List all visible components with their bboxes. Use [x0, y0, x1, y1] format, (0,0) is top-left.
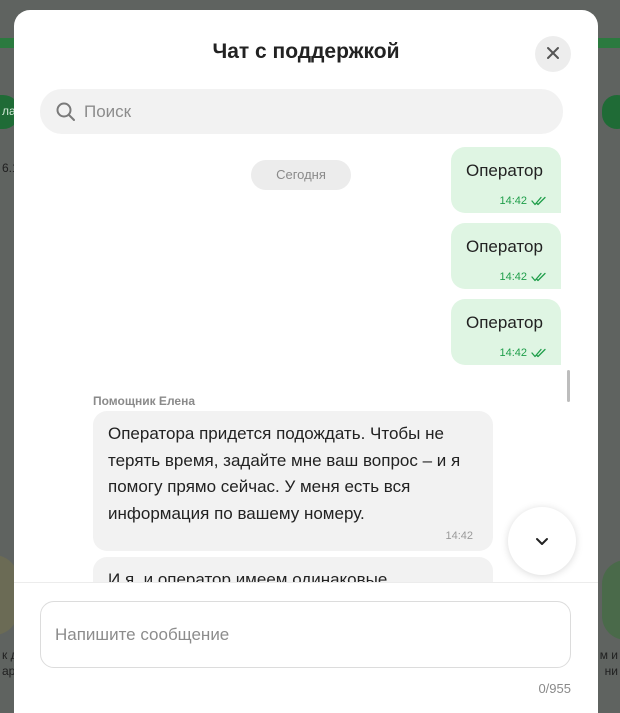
message-time: 14:42: [499, 270, 527, 283]
composer-divider: [14, 582, 598, 583]
incoming-message: Оператора придется подождать. Чтобы не т…: [93, 411, 493, 551]
message-input[interactable]: [55, 623, 555, 646]
message-text: Оператора придется подождать. Чтобы не т…: [108, 424, 461, 523]
chevron-down-icon: [534, 532, 550, 551]
outgoing-message: Оператор 14:42: [451, 223, 561, 289]
search-input[interactable]: [84, 101, 544, 122]
incoming-message: И я, и оператор имеем одинаковые: [93, 557, 493, 582]
outgoing-message: Оператор 14:42: [451, 147, 561, 213]
dialog-title: Чат с поддержкой: [212, 40, 400, 63]
outgoing-message: Оператор 14:42: [451, 299, 561, 365]
message-text: Оператор: [466, 237, 543, 256]
message-time: 14:42: [499, 346, 527, 359]
message-time: 14:42: [445, 530, 473, 542]
double-check-icon: [531, 343, 547, 362]
background-image-right: [602, 560, 620, 640]
message-text: И я, и оператор имеем одинаковые: [108, 570, 388, 582]
message-text: Оператор: [466, 161, 543, 180]
close-icon: [546, 45, 560, 64]
background-text: ни: [604, 664, 618, 678]
scroll-to-bottom-button[interactable]: [508, 507, 576, 575]
search-icon: [56, 101, 78, 123]
message-time: 14:42: [499, 194, 527, 207]
date-separator: Сегодня: [251, 160, 351, 190]
sender-name: Помощник Елена: [93, 394, 195, 408]
background-text: м и: [599, 648, 618, 662]
double-check-icon: [531, 191, 547, 210]
support-chat-dialog: Чат с поддержкой Сегодня Оператор 14:42 …: [14, 10, 598, 713]
character-counter: 0/955: [538, 681, 571, 696]
background-button-right: [602, 95, 620, 129]
search-field[interactable]: [40, 89, 563, 134]
message-list[interactable]: Сегодня Оператор 14:42 Оператор 14:42 Оп…: [14, 142, 598, 582]
double-check-icon: [531, 267, 547, 286]
message-composer[interactable]: [40, 601, 571, 668]
close-button[interactable]: [535, 36, 571, 72]
scrollbar-thumb[interactable]: [567, 370, 570, 402]
message-text: Оператор: [466, 313, 543, 332]
